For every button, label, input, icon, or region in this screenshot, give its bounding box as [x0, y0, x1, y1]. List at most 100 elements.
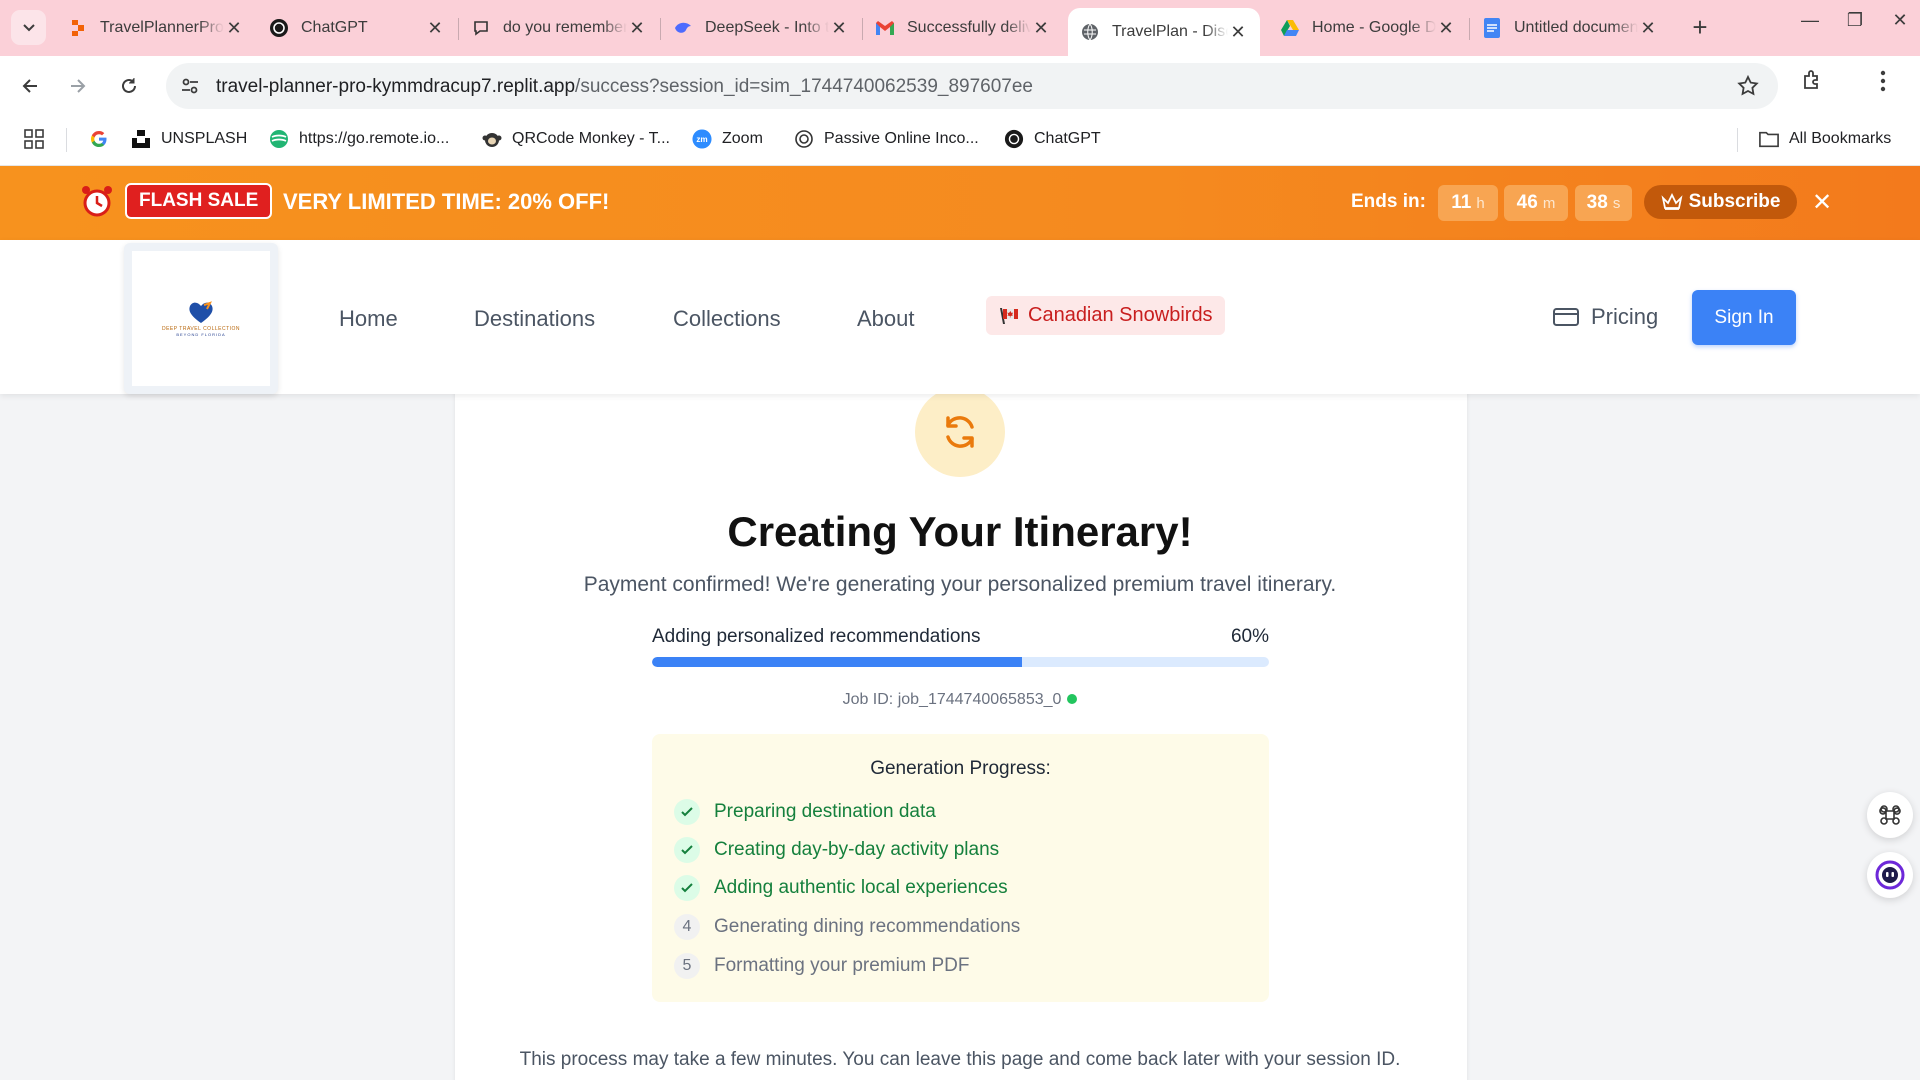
- close-icon[interactable]: ✕: [1436, 18, 1456, 39]
- sign-in-button[interactable]: Sign In: [1692, 290, 1796, 345]
- site-header: DEEP TRAVEL COLLECTION BEYOND FLORIDA Ho…: [0, 240, 1920, 394]
- close-icon[interactable]: ✕: [1638, 18, 1658, 39]
- close-icon[interactable]: ✕: [627, 18, 647, 39]
- refresh-icon: [946, 416, 974, 448]
- tab-do-you-remember[interactable]: do you remember ✕: [459, 8, 659, 48]
- reload-button[interactable]: [112, 69, 146, 103]
- nav-about[interactable]: About: [857, 306, 915, 332]
- tab-chatgpt[interactable]: ChatGPT ✕: [257, 8, 457, 48]
- tab-gmail[interactable]: Successfully delivered ✕: [863, 8, 1063, 48]
- countdown-seconds: 38 s: [1575, 185, 1632, 221]
- step-item: Preparing destination data: [674, 798, 936, 826]
- bookmark-label: UNSPLASH: [161, 130, 248, 147]
- progress-percent: 60%: [1230, 626, 1269, 647]
- process-note: This process may take a few minutes. You…: [519, 1049, 1401, 1070]
- nav-destinations[interactable]: Destinations: [474, 306, 595, 332]
- command-icon: [1879, 805, 1901, 825]
- tab-title: DeepSeek - Into the Unknown: [705, 19, 829, 36]
- minimize-icon[interactable]: —: [1790, 10, 1830, 42]
- countdown-unit: h: [1476, 195, 1485, 212]
- bookmark-label: https://go.remote.io...: [299, 130, 450, 147]
- qrcode-monkey-icon: [482, 129, 502, 149]
- docs-icon: [1482, 18, 1502, 38]
- alarm-clock-icon: [80, 184, 114, 223]
- folder-icon: [1759, 129, 1779, 149]
- ends-in-label: Ends in:: [1351, 191, 1426, 212]
- countdown-value: 46: [1516, 192, 1538, 213]
- tab-google-drive[interactable]: Home - Google Drive ✕: [1268, 8, 1468, 48]
- countdown-unit: s: [1612, 195, 1621, 212]
- browser-tab-strip: TravelPlannerPro ✕ ChatGPT ✕ do you reme…: [0, 0, 1920, 56]
- site-info-icon[interactable]: [180, 76, 200, 101]
- site-logo[interactable]: DEEP TRAVEL COLLECTION BEYOND FLORIDA: [124, 243, 278, 394]
- address-bar[interactable]: travel-planner-pro-kymmdracup7.replit.ap…: [166, 63, 1778, 109]
- close-icon[interactable]: ✕: [425, 18, 445, 39]
- bookmark-passive-online-income[interactable]: Passive Online Inco...: [794, 126, 979, 152]
- reload-icon: [122, 78, 136, 93]
- forward-button[interactable]: [61, 69, 95, 103]
- nav-home[interactable]: Home: [339, 306, 398, 332]
- tab-deepseek[interactable]: DeepSeek - Into the Unknown ✕: [661, 8, 861, 48]
- all-bookmarks-button[interactable]: All Bookmarks: [1759, 126, 1891, 152]
- pricing-link[interactable]: Pricing: [1553, 304, 1658, 330]
- logo-caption-secondary: BEYOND FLORIDA: [176, 332, 226, 337]
- tab-travelplan-active[interactable]: TravelPlan - Discover ✕: [1068, 8, 1260, 56]
- close-icon[interactable]: ✕: [829, 18, 849, 39]
- flash-sale-message: VERY LIMITED TIME: 20% OFF!: [283, 189, 610, 214]
- back-button[interactable]: [13, 69, 47, 103]
- svg-text:zm: zm: [696, 135, 707, 144]
- assistant-button[interactable]: [1867, 852, 1913, 898]
- step-item: 5 Formatting your premium PDF: [674, 952, 970, 980]
- bookmark-label: ChatGPT: [1034, 130, 1101, 147]
- pricing-label: Pricing: [1591, 304, 1659, 329]
- shortcuts-button[interactable]: [1867, 792, 1913, 838]
- subscribe-button[interactable]: Subscribe: [1644, 185, 1797, 219]
- step-item: 4 Generating dining recommendations: [674, 913, 1020, 941]
- google-icon: [89, 129, 109, 149]
- tab-search-button[interactable]: [11, 10, 46, 45]
- url-path: /success?session_id=sim_1744740062539_89…: [575, 76, 1033, 97]
- extensions-icon[interactable]: [1801, 68, 1825, 97]
- bookmark-zoom[interactable]: zm Zoom: [692, 126, 763, 152]
- remote-icon: [269, 129, 289, 149]
- progress-bar: [652, 657, 1269, 667]
- unsplash-icon: [131, 129, 151, 149]
- page-title: Creating Your Itinerary!: [727, 508, 1193, 555]
- new-tab-button[interactable]: +: [1684, 12, 1716, 44]
- canadian-snowbirds-link[interactable]: Canadian Snowbirds: [986, 296, 1225, 335]
- check-icon: [674, 837, 700, 863]
- restore-icon[interactable]: ❐: [1835, 10, 1875, 42]
- step-label: Generating dining recommendations: [714, 916, 1021, 937]
- apps-grid-icon: [24, 129, 44, 149]
- bookmark-label: Passive Online Inco...: [824, 130, 979, 147]
- bookmark-unsplash[interactable]: UNSPLASH: [131, 126, 247, 152]
- countdown-value: 38: [1586, 192, 1608, 213]
- tab-google-docs[interactable]: Untitled document ✕: [1470, 8, 1670, 48]
- countdown-minutes: 46 m: [1504, 185, 1568, 221]
- progress-label: Adding personalized recommendations: [652, 626, 981, 647]
- bookmark-remote[interactable]: https://go.remote.io...: [269, 126, 449, 152]
- close-icon[interactable]: ✕: [1031, 18, 1051, 39]
- window-close-icon[interactable]: ✕: [1880, 10, 1920, 42]
- browser-toolbar: travel-planner-pro-kymmdracup7.replit.ap…: [0, 56, 1920, 114]
- tab-travelplannerpro[interactable]: TravelPlannerPro ✕: [56, 8, 256, 48]
- generation-progress-box: Generation Progress: Preparing destinati…: [652, 734, 1269, 1002]
- bookmark-chatgpt[interactable]: ChatGPT: [1004, 126, 1101, 152]
- step-item: Creating day-by-day activity plans: [674, 836, 999, 864]
- kebab-menu-icon[interactable]: [1880, 70, 1886, 97]
- progress-bar-fill: [652, 657, 1023, 667]
- credit-card-icon: [1553, 308, 1579, 326]
- close-banner-icon[interactable]: ✕: [1812, 188, 1832, 217]
- bookmark-qrcode-monkey[interactable]: QRCode Monkey - T...: [482, 126, 670, 152]
- step-label: Preparing destination data: [714, 801, 936, 822]
- bookmark-star-icon[interactable]: [1736, 74, 1760, 103]
- tab-title: Successfully delivered: [907, 19, 1031, 36]
- close-icon[interactable]: ✕: [1228, 22, 1248, 43]
- apps-grid-button[interactable]: [24, 126, 54, 152]
- arrow-left-icon: [22, 79, 37, 93]
- payment-confirmed-text: Payment confirmed! We're generating your…: [583, 573, 1337, 596]
- close-icon[interactable]: ✕: [224, 18, 244, 39]
- chevron-down-icon: [22, 23, 35, 31]
- nav-collections[interactable]: Collections: [673, 306, 781, 332]
- bookmark-google[interactable]: [89, 126, 119, 152]
